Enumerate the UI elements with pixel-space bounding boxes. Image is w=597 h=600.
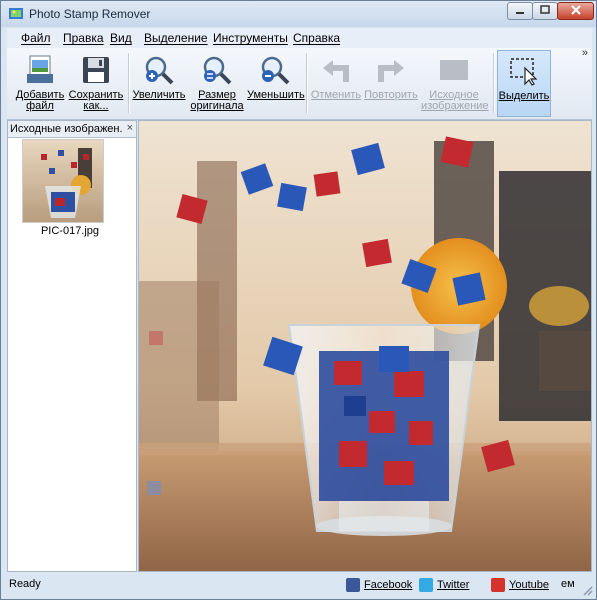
source-image-button[interactable]: Исходное изображение (421, 50, 489, 117)
panel-close-icon[interactable]: × (127, 122, 133, 134)
minimize-button[interactable] (507, 2, 533, 20)
youtube-icon (491, 577, 505, 592)
redo-label: Повторить (364, 89, 418, 101)
redo-icon (378, 60, 404, 82)
status-extra-text: ем (561, 578, 575, 590)
minimize-icon (516, 12, 524, 14)
zoom-in-button[interactable]: Увеличить (131, 50, 187, 117)
zoom-in-icon (145, 56, 174, 85)
select-tool-button[interactable]: Выделить (497, 50, 551, 117)
undo-label: Отменить (310, 89, 362, 101)
selection-cursor-icon (510, 58, 538, 86)
toolbar: Добавить файл Сохранить как... Увеличить… (7, 47, 592, 120)
close-icon (570, 5, 581, 15)
window-title: Photo Stamp Remover (29, 7, 151, 21)
status-text: Ready (9, 578, 41, 590)
menu-selection[interactable]: Выделение (144, 31, 208, 45)
toolbar-separator (306, 53, 308, 113)
save-icon (83, 57, 109, 83)
add-file-button[interactable]: Добавить файл (15, 50, 65, 117)
maximize-icon (540, 5, 550, 14)
source-images-panel: Исходные изображен... × PIC-017.jpg (7, 120, 137, 572)
zoom-out-button[interactable]: Уменьшить (247, 50, 305, 117)
add-file-label-2: файл (26, 100, 54, 112)
source-image-icon (440, 60, 468, 80)
twitter-icon (419, 577, 433, 592)
undo-icon (323, 60, 349, 82)
menu-bar: Файл Правка Вид Выделение Инструменты Сп… (7, 28, 592, 48)
youtube-label: Youtube (509, 578, 549, 591)
toolbar-overflow-chevron-icon[interactable]: » (582, 47, 588, 59)
facebook-link[interactable]: Facebook (346, 576, 412, 593)
facebook-icon (346, 577, 360, 592)
add-file-icon (27, 55, 53, 83)
title-bar[interactable]: Photo Stamp Remover (1, 1, 596, 27)
toolbar-separator (128, 53, 130, 113)
redo-button[interactable]: Повторить (363, 50, 419, 117)
twitter-link[interactable]: Twitter (419, 576, 469, 593)
menu-edit[interactable]: Правка (63, 31, 104, 45)
app-icon (9, 8, 23, 19)
menu-help[interactable]: Справка (293, 31, 340, 45)
undo-button[interactable]: Отменить (309, 50, 363, 117)
menu-tools[interactable]: Инструменты (213, 31, 288, 45)
app-window: Photo Stamp Remover Файл Правка Вид Выде… (0, 0, 597, 600)
source-image-label-2: изображение (421, 100, 489, 112)
maximize-button[interactable] (532, 2, 558, 20)
image-thumbnail[interactable] (22, 139, 104, 223)
main-photo (139, 121, 591, 571)
close-button[interactable] (557, 2, 594, 20)
toolbar-separator (493, 53, 495, 113)
youtube-link[interactable]: Youtube (491, 576, 549, 593)
status-bar: Ready Facebook Twitter Youtube ем (1, 572, 596, 599)
panel-tab-title: Исходные изображен... (10, 123, 122, 135)
original-size-icon (203, 56, 232, 85)
panel-tab[interactable]: Исходные изображен... × (8, 121, 136, 138)
dice-glass (287, 324, 481, 536)
select-label: Выделить (498, 90, 550, 102)
original-size-label-2: оригинала (190, 100, 244, 112)
thumbnail-photo (23, 140, 103, 222)
twitter-label: Twitter (437, 578, 470, 591)
facebook-label: Facebook (364, 578, 413, 591)
save-as-button[interactable]: Сохранить как... (67, 50, 125, 117)
zoom-out-label: Уменьшить (247, 89, 305, 101)
zoom-out-icon (261, 56, 290, 85)
image-canvas[interactable] (138, 120, 592, 572)
menu-view[interactable]: Вид (110, 31, 132, 45)
zoom-in-label: Увеличить (132, 89, 186, 101)
resize-grip-icon[interactable] (582, 585, 594, 597)
menu-file[interactable]: Файл (21, 31, 51, 45)
thumbnail-filename: PIC-017.jpg (40, 225, 100, 237)
original-size-button[interactable]: Размер оригинала (189, 50, 245, 117)
save-as-label-2: как... (83, 100, 109, 112)
